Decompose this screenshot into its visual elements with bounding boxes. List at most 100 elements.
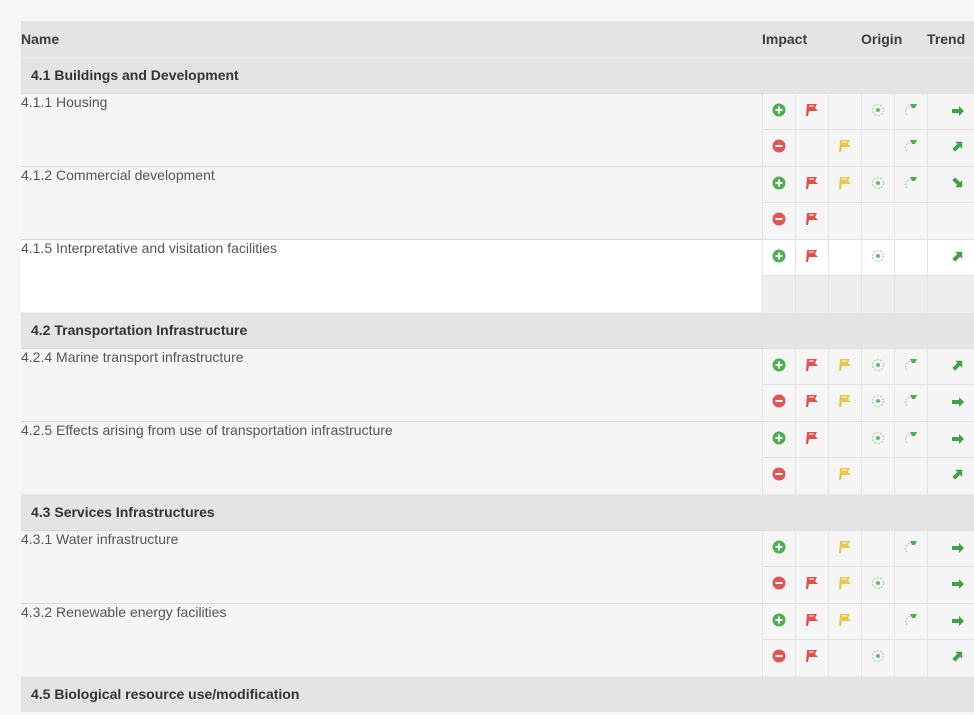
threat-name[interactable]: 4.2.5 Effects arising from use of transp… bbox=[21, 420, 762, 494]
threat-name[interactable]: 4.1.5 Interpretative and visitation faci… bbox=[21, 238, 762, 312]
negative-impact-icon bbox=[772, 212, 786, 229]
positive-impact-icon bbox=[772, 431, 786, 448]
indicator-cell bbox=[926, 529, 974, 566]
inside-origin-icon bbox=[871, 358, 885, 375]
threat-row[interactable]: 4.3.2 Renewable energy facilities bbox=[21, 602, 974, 676]
negative-impact-icon bbox=[772, 576, 786, 593]
outside-origin-icon bbox=[903, 430, 919, 449]
indicator-cell bbox=[794, 456, 828, 494]
indicator-cell bbox=[926, 602, 974, 639]
outside-origin-icon bbox=[903, 612, 919, 631]
trend-stable-icon bbox=[951, 614, 965, 630]
indicator-cell bbox=[827, 347, 862, 384]
indicator-cell bbox=[827, 602, 862, 639]
indicator-cell bbox=[761, 638, 795, 676]
indicator-cell bbox=[761, 165, 795, 202]
trend-increasing-icon bbox=[951, 649, 965, 666]
inside-origin-icon bbox=[871, 103, 885, 120]
column-header-impact[interactable]: Impact bbox=[762, 21, 862, 57]
inside-origin-icon bbox=[871, 431, 885, 448]
indicator-cell bbox=[794, 565, 828, 603]
indicator-cell bbox=[926, 92, 974, 129]
threat-row[interactable]: 4.2.5 Effects arising from use of transp… bbox=[21, 420, 974, 494]
red-flag-icon bbox=[804, 430, 820, 449]
indicator-cell bbox=[761, 529, 795, 566]
yellow-flag-icon bbox=[837, 138, 853, 157]
red-flag-icon bbox=[804, 175, 820, 194]
indicator-cell bbox=[794, 420, 828, 457]
indicator-cell bbox=[893, 201, 928, 239]
yellow-flag-icon bbox=[837, 466, 853, 485]
indicator-cell bbox=[893, 383, 928, 421]
indicator-cell bbox=[860, 638, 895, 676]
positive-impact-icon bbox=[772, 176, 786, 193]
trend-decreasing-icon bbox=[951, 176, 965, 193]
indicator-cell bbox=[794, 347, 828, 384]
threat-row[interactable]: 4.1.5 Interpretative and visitation faci… bbox=[21, 238, 974, 312]
indicator-cell bbox=[893, 420, 928, 457]
threat-row[interactable]: 4.2.4 Marine transport infrastructure bbox=[21, 347, 974, 421]
inside-origin-icon bbox=[871, 576, 885, 593]
outside-origin-icon bbox=[903, 357, 919, 376]
category-row: 4.2 Transportation Infrastructure bbox=[21, 311, 974, 348]
indicator-cell bbox=[926, 347, 974, 384]
column-header-trend[interactable]: Trend bbox=[927, 21, 974, 57]
indicator-cell bbox=[860, 456, 895, 494]
indicator-cell bbox=[761, 92, 795, 129]
indicator-cell bbox=[893, 274, 928, 312]
negative-impact-icon bbox=[772, 649, 786, 666]
threats-table: Name Impact Origin Trend 4.1 Buildings a… bbox=[21, 21, 974, 712]
indicator-cell bbox=[827, 420, 862, 457]
table-header-row: Name Impact Origin Trend bbox=[21, 21, 974, 57]
threat-name[interactable]: 4.1.2 Commercial development bbox=[21, 165, 762, 239]
page-background: Name Impact Origin Trend 4.1 Buildings a… bbox=[0, 0, 974, 715]
indicator-cell bbox=[893, 602, 928, 639]
indicator-cell bbox=[860, 347, 895, 384]
indicator-cell bbox=[893, 165, 928, 202]
red-flag-icon bbox=[804, 575, 820, 594]
red-flag-icon bbox=[804, 612, 820, 631]
outside-origin-icon bbox=[903, 102, 919, 121]
threat-name[interactable]: 4.3.1 Water infrastructure bbox=[21, 529, 762, 603]
indicator-cell bbox=[926, 565, 974, 603]
indicator-cell bbox=[860, 274, 895, 312]
indicator-cell bbox=[761, 456, 795, 494]
indicator-cell bbox=[761, 347, 795, 384]
inside-origin-icon bbox=[871, 394, 885, 411]
threat-row[interactable]: 4.1.2 Commercial development bbox=[21, 165, 974, 239]
red-flag-icon bbox=[804, 393, 820, 412]
threat-name[interactable]: 4.3.2 Renewable energy facilities bbox=[21, 602, 762, 676]
indicator-cell bbox=[893, 347, 928, 384]
trend-increasing-icon bbox=[951, 358, 965, 375]
category-label: 4.3 Services Infrastructures bbox=[21, 493, 974, 530]
negative-impact-icon bbox=[772, 394, 786, 411]
positive-impact-icon bbox=[772, 540, 786, 557]
indicator-cell bbox=[893, 565, 928, 603]
inside-origin-icon bbox=[871, 649, 885, 666]
indicator-cell bbox=[827, 638, 862, 676]
category-row: 4.5 Biological resource use/modification bbox=[21, 675, 974, 712]
indicator-cell bbox=[860, 383, 895, 421]
indicator-cell bbox=[926, 165, 974, 202]
indicator-cell bbox=[893, 128, 928, 166]
indicator-cell bbox=[794, 92, 828, 129]
threat-name[interactable]: 4.1.1 Housing bbox=[21, 92, 762, 166]
inside-origin-icon bbox=[871, 176, 885, 193]
column-header-name[interactable]: Name bbox=[21, 21, 762, 57]
threat-name[interactable]: 4.2.4 Marine transport infrastructure bbox=[21, 347, 762, 421]
threat-row[interactable]: 4.3.1 Water infrastructure bbox=[21, 529, 974, 603]
indicator-cell bbox=[893, 238, 928, 275]
indicator-cell bbox=[827, 565, 862, 603]
indicator-cell bbox=[761, 128, 795, 166]
column-header-origin[interactable]: Origin bbox=[861, 21, 928, 57]
red-flag-icon bbox=[804, 102, 820, 121]
indicator-cell bbox=[893, 529, 928, 566]
indicator-cell bbox=[926, 420, 974, 457]
outside-origin-icon bbox=[903, 138, 919, 157]
positive-impact-icon bbox=[772, 249, 786, 266]
threat-row[interactable]: 4.1.1 Housing bbox=[21, 92, 974, 166]
indicator-cell bbox=[794, 274, 828, 312]
outside-origin-icon bbox=[903, 175, 919, 194]
indicator-cell bbox=[926, 383, 974, 421]
trend-increasing-icon bbox=[951, 467, 965, 484]
